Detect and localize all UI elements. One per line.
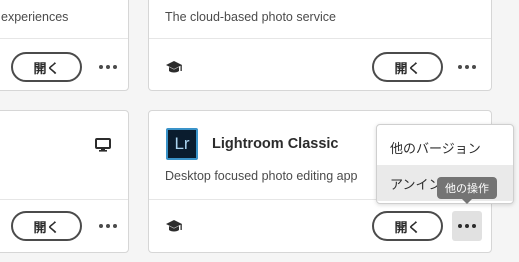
graduation-cap-icon[interactable] bbox=[165, 60, 183, 74]
card-divider bbox=[0, 38, 128, 39]
app-description: The cloud-based photo service bbox=[165, 10, 336, 24]
more-actions-tooltip: 他の操作 bbox=[437, 177, 497, 204]
more-actions-button[interactable] bbox=[452, 211, 482, 241]
app-description: experiences bbox=[1, 10, 69, 24]
monitor-icon bbox=[95, 138, 111, 152]
more-actions-button[interactable] bbox=[93, 52, 123, 82]
card-divider bbox=[0, 199, 128, 200]
app-card-top-right: The cloud-based photo service 開く bbox=[148, 0, 492, 91]
open-button[interactable]: 開く bbox=[372, 211, 443, 241]
more-ellipsis-icon bbox=[458, 65, 476, 69]
menu-item-other-versions[interactable]: 他のバージョン bbox=[377, 129, 513, 165]
more-actions-button[interactable] bbox=[452, 52, 482, 82]
app-card-top-left: experiences 開く bbox=[0, 0, 129, 91]
app-description: Desktop focused photo editing app bbox=[165, 169, 358, 183]
card-divider bbox=[149, 38, 491, 39]
app-card-bottom-left: 開く bbox=[0, 110, 129, 253]
app-grid: experiences 開く The cloud-based photo ser… bbox=[0, 0, 519, 262]
open-button[interactable]: 開く bbox=[372, 52, 443, 82]
open-button[interactable]: 開く bbox=[11, 211, 82, 241]
more-ellipsis-icon bbox=[99, 224, 117, 228]
more-ellipsis-icon bbox=[458, 224, 476, 228]
more-actions-button[interactable] bbox=[93, 211, 123, 241]
open-button[interactable]: 開く bbox=[11, 52, 82, 82]
graduation-cap-icon[interactable] bbox=[165, 219, 183, 233]
lightroom-logo: Lr bbox=[166, 128, 198, 160]
more-ellipsis-icon bbox=[99, 65, 117, 69]
app-title: Lightroom Classic bbox=[212, 136, 339, 152]
